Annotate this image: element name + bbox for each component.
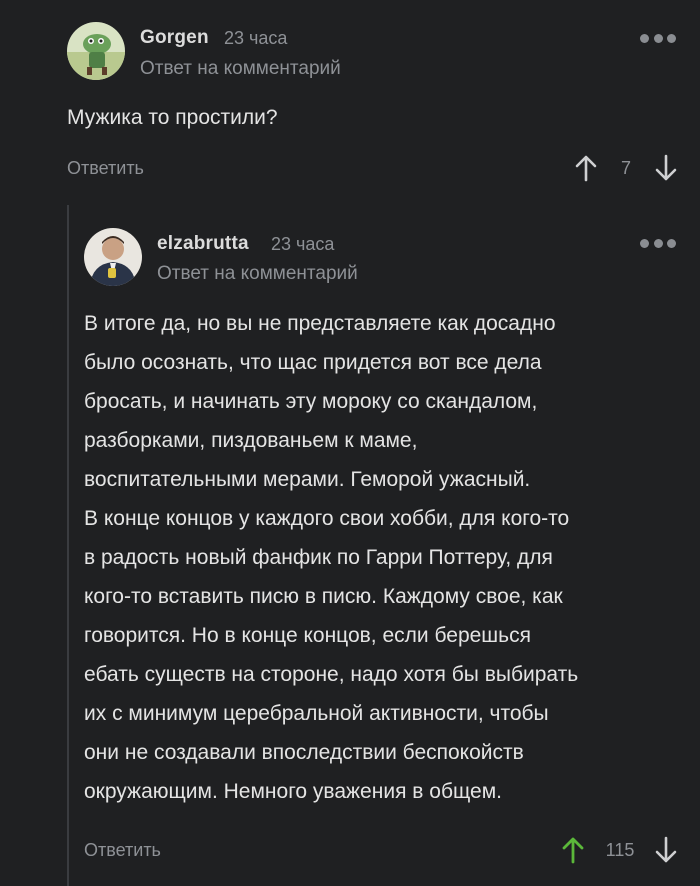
comment-score: 115 — [605, 840, 635, 860]
avatar[interactable] — [84, 228, 142, 286]
downvote-arrow-icon[interactable] — [654, 836, 678, 864]
username[interactable]: elzabrutta — [157, 233, 249, 255]
reply-reference-link[interactable]: Ответ на комментарий — [157, 263, 358, 285]
reply-button[interactable]: Ответить — [84, 840, 161, 861]
upvote-arrow-icon[interactable] — [561, 836, 585, 864]
comment-text: В итоге да, но вы не представляете как д… — [84, 312, 579, 803]
timestamp: 23 часа — [271, 234, 335, 254]
comment: elzabrutta 23 часа Ответ на комментарий … — [0, 0, 700, 886]
more-options-icon[interactable] — [640, 237, 676, 249]
